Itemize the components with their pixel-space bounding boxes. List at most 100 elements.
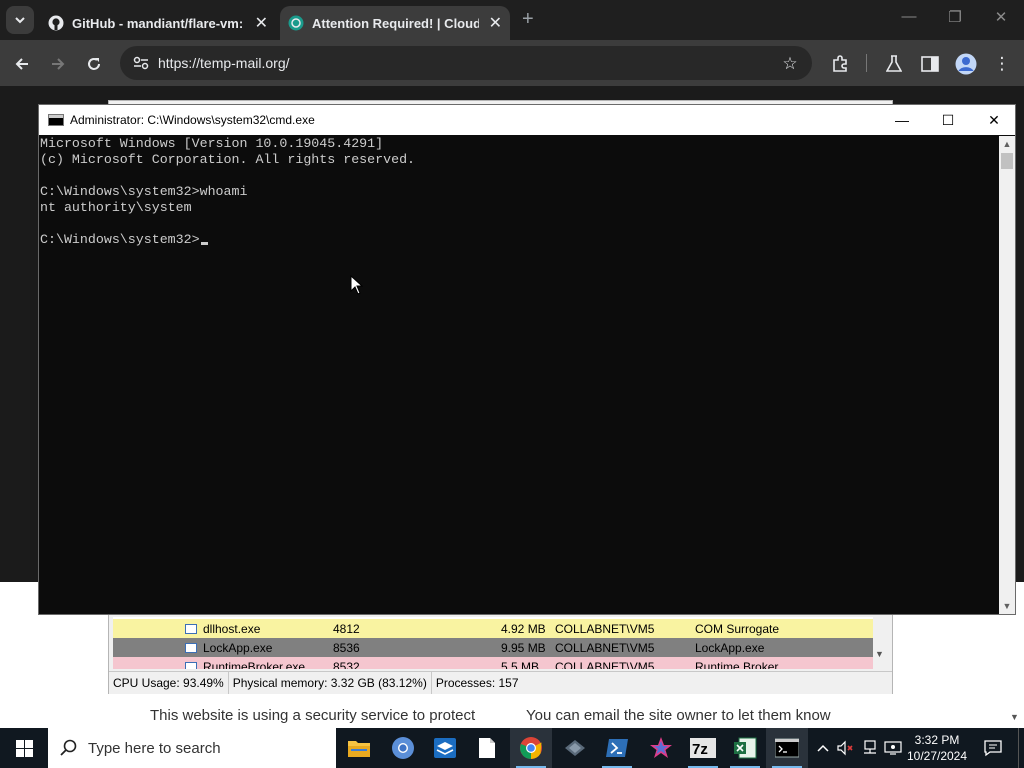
minimize-icon[interactable]: — [879,105,925,135]
reload-icon [88,58,100,70]
page-scroll-down-icon[interactable]: ▼ [1010,712,1019,722]
tab-label: GitHub - mandiant/flare-vm: A [72,15,245,31]
taskbar-notepad[interactable] [466,728,508,768]
taskbar-virtualbox[interactable] [424,728,466,768]
new-tab-button[interactable]: + [522,8,534,31]
side-panel-icon[interactable] [918,52,942,76]
7zip-icon: 7z [690,738,716,758]
process-pid: 8536 [333,640,360,655]
taskbar-chrome[interactable] [510,728,552,768]
chevron-down-icon [15,17,25,24]
process-memory: 5.5 MB [501,659,540,670]
cmd-scrollbar[interactable]: ▲ ▼ [999,136,1015,614]
profile-avatar-icon[interactable] [954,52,978,76]
cmd-icon [48,114,64,126]
minimize-icon[interactable]: — [894,8,924,25]
file-explorer-icon [348,741,370,757]
taskbar-7zip[interactable]: 7z [682,728,724,768]
taskbar-ida[interactable] [554,728,596,768]
process-row[interactable]: LockApp.exe 8536 9.95 MB COLLABNET\VM5 L… [113,638,873,657]
arrow-right-icon [52,58,65,70]
labs-flask-icon[interactable] [882,52,906,76]
ida-icon [565,740,585,756]
tab-search-button[interactable] [6,6,34,34]
restore-icon[interactable]: ❐ [940,8,970,26]
process-memory: 9.95 MB [501,640,546,655]
url-text: https://temp-mail.org/ [158,55,290,71]
browser-toolbar: https://temp-mail.org/ ☆ ⋮ [0,40,1024,86]
process-description: LockApp.exe [695,640,765,655]
close-icon[interactable]: ✕ [489,13,502,33]
display-settings-icon[interactable] [882,728,904,768]
site-info-icon[interactable] [130,56,152,70]
clock-time: 3:32 PM [914,733,960,747]
cmd-title-bar[interactable]: Administrator: C:\Windows\system32\cmd.e… [39,105,1015,135]
scrollbar-thumb[interactable] [1001,153,1013,169]
address-bar[interactable]: https://temp-mail.org/ [120,46,812,80]
mouse-pointer-icon [350,275,364,295]
notification-icon [984,740,1002,757]
process-user: COLLABNET\VM5 [555,659,655,670]
process-pid: 4812 [333,621,360,636]
excel-icon [734,737,757,759]
tab-cloudflare[interactable]: Attention Required! | Cloudflare ✕ [280,6,510,40]
console-output[interactable]: Microsoft Windows [Version 10.0.19045.42… [39,136,999,614]
chrome-icon [520,737,542,759]
show-desktop-button[interactable] [1018,728,1024,768]
console-line: C:\Windows\system32>whoami [40,184,248,199]
console-prompt-line: C:\Windows\system32> [40,232,999,248]
console-prompt: C:\Windows\system32> [40,232,200,247]
taskbar-chromium[interactable] [382,728,424,768]
close-icon[interactable]: ✕ [255,13,268,33]
process-list-scrollbar[interactable]: ▼ [873,617,889,667]
process-icon [185,642,197,653]
process-memory: 4.92 MB [501,621,546,636]
close-window-icon[interactable]: ✕ [986,8,1016,26]
scroll-down-icon[interactable]: ▼ [875,649,884,659]
cpu-usage: CPU Usage: 93.49% [109,672,229,694]
process-count: Processes: 157 [435,676,519,690]
taskbar-file-explorer[interactable] [338,728,380,768]
scroll-up-icon[interactable]: ▲ [999,136,1015,152]
process-name: LockApp.exe [203,640,273,655]
taskbar-cmd[interactable] [766,728,808,768]
cmd-window[interactable]: Administrator: C:\Windows\system32\cmd.e… [38,104,1016,615]
process-name: dllhost.exe [203,621,261,636]
process-row[interactable]: dllhost.exe 4812 4.92 MB COLLABNET\VM5 C… [113,619,873,638]
forward-button[interactable] [46,52,70,76]
tab-github[interactable]: GitHub - mandiant/flare-vm: A ✕ [40,6,276,40]
process-description: Runtime Broker [695,659,779,670]
menu-kebab-icon[interactable]: ⋮ [990,52,1014,76]
back-button[interactable] [10,52,34,76]
taskbar-excel[interactable] [724,728,766,768]
extensions-icon[interactable] [828,52,852,76]
page-text-security: This website is using a security service… [150,707,476,724]
scroll-down-icon[interactable]: ▼ [999,598,1015,614]
process-user: COLLABNET\VM5 [555,621,655,636]
process-row[interactable]: RuntimeBroker.exe 8532 5.5 MB COLLABNET\… [113,657,873,669]
volume-muted-icon[interactable] [834,728,856,768]
cloudflare-icon [288,15,304,31]
toolbar-divider [866,54,867,72]
taskbar-clock[interactable]: 3:32 PM 10/27/2024 [905,732,969,764]
chromium-icon [392,737,414,759]
notifications-button[interactable] [980,728,1006,768]
visual-studio-icon [650,737,672,758]
show-hidden-icons[interactable] [812,728,834,768]
network-icon[interactable] [858,728,882,768]
process-icon [185,661,197,669]
maximize-icon[interactable]: ☐ [925,105,971,135]
start-button[interactable] [0,728,48,768]
console-line: nt authority\system [40,200,192,215]
physical-memory: Physical memory: 3.32 GB (83.12%) [229,672,432,694]
taskbar-powershell[interactable] [596,728,638,768]
tab-label: Attention Required! | Cloudflare [312,15,479,31]
reload-button[interactable] [82,52,106,76]
taskbar-visual-studio[interactable] [640,728,682,768]
close-icon[interactable]: ✕ [971,105,1017,135]
bookmark-star-icon[interactable]: ☆ [778,52,802,76]
taskbar-search[interactable]: Type here to search [48,728,336,768]
chevron-up-icon [817,744,829,752]
